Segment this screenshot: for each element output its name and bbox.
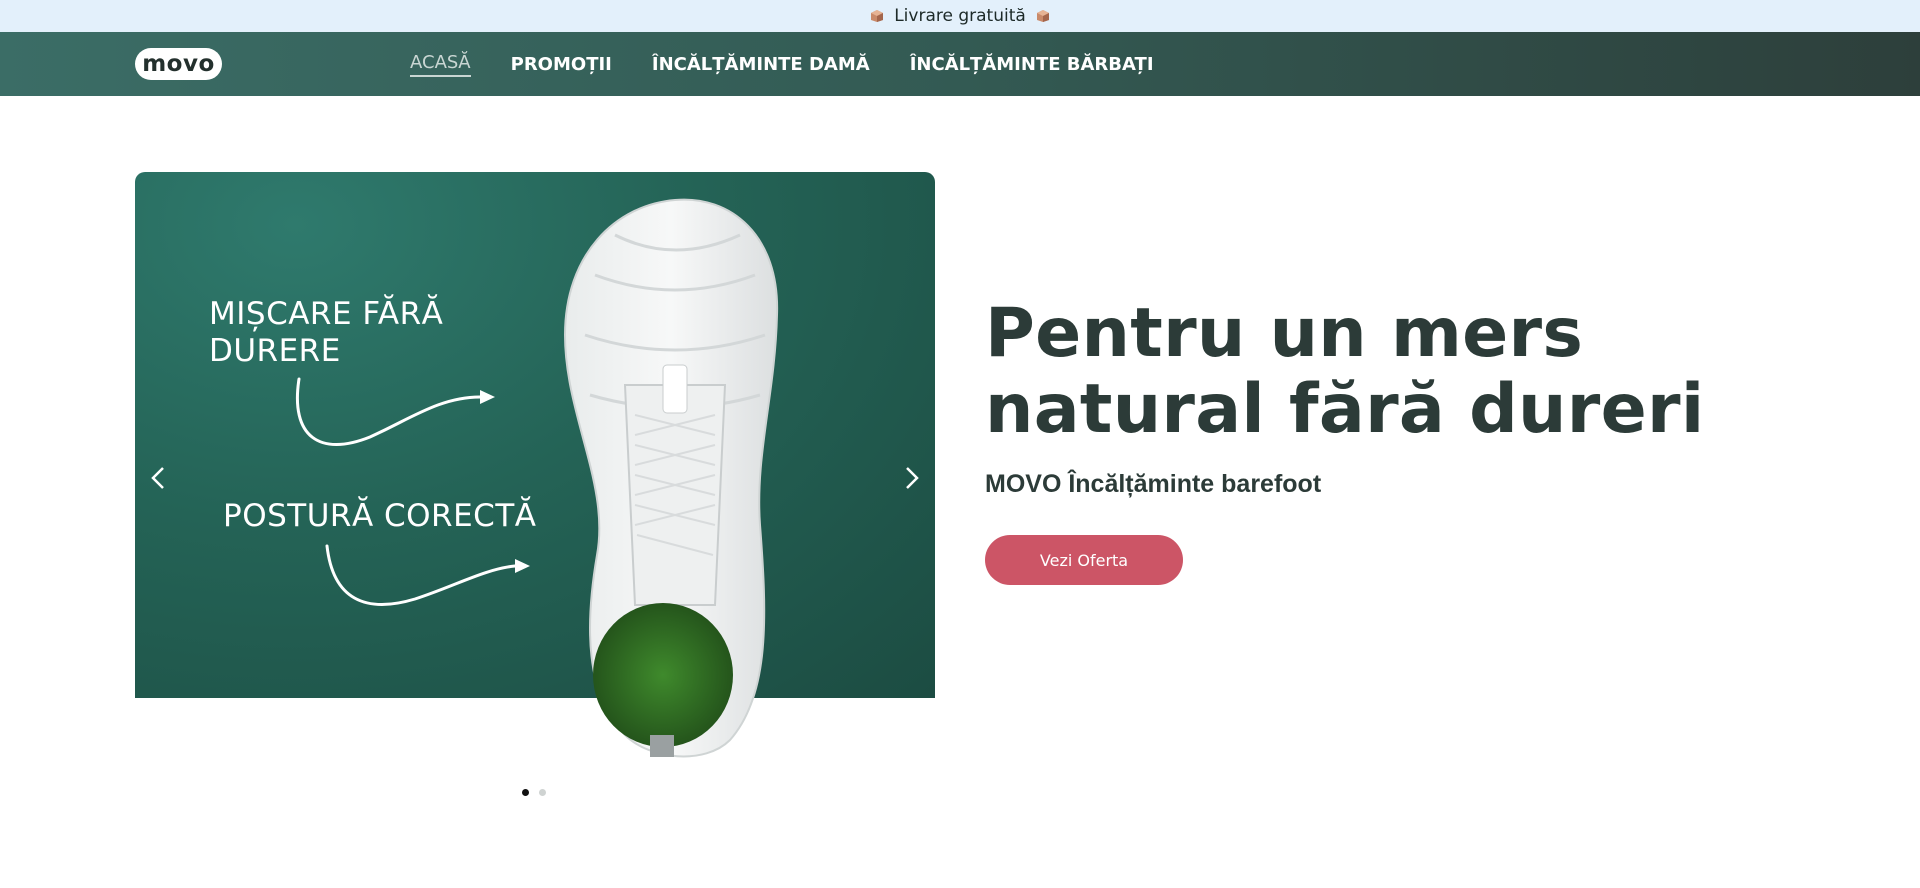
slider-dots bbox=[522, 789, 546, 796]
chevron-left-icon bbox=[151, 467, 164, 489]
arrow-icon bbox=[296, 377, 495, 446]
slider-dot[interactable] bbox=[539, 789, 546, 796]
package-icon bbox=[1036, 9, 1050, 23]
hero-title: Pentru un mers natural fără dureri bbox=[985, 294, 1705, 449]
arrow-icon bbox=[325, 544, 530, 606]
main-nav: ACASĂ PROMOȚII ÎNCĂLȚĂMINTE DAMĂ ÎNCĂLȚĂ… bbox=[410, 32, 1194, 96]
view-offer-button[interactable]: Vezi Oferta bbox=[985, 535, 1183, 585]
slider-next-button[interactable] bbox=[897, 458, 927, 498]
announcement-bar: Livrare gratuită bbox=[0, 0, 1920, 32]
shoe-image bbox=[563, 198, 779, 758]
nav-item-acasa[interactable]: ACASĂ bbox=[410, 52, 471, 77]
nav-item-incaltaminte-barbati[interactable]: ÎNCĂLȚĂMINTE BĂRBAȚI bbox=[910, 54, 1154, 75]
slider-prev-button[interactable] bbox=[143, 458, 173, 498]
hero-slider: MIȘCARE FĂRĂ DURERE POSTURĂ CORECTĂ bbox=[135, 172, 935, 698]
hero-subtitle: MOVO Încălțăminte barefoot bbox=[985, 470, 1322, 498]
package-icon bbox=[870, 9, 884, 23]
nav-item-incaltaminte-dama[interactable]: ÎNCĂLȚĂMINTE DAMĂ bbox=[652, 54, 870, 75]
slide-line-1: MIȘCARE FĂRĂ DURERE bbox=[209, 296, 444, 369]
announcement-text: Livrare gratuită bbox=[894, 6, 1026, 26]
site-header: movo ACASĂ PROMOȚII ÎNCĂLȚĂMINTE DAMĂ ÎN… bbox=[0, 32, 1920, 96]
slider-dot[interactable] bbox=[522, 789, 529, 796]
logo[interactable]: movo bbox=[135, 48, 222, 80]
chevron-right-icon bbox=[906, 467, 919, 489]
slide-line-2: POSTURĂ CORECTĂ bbox=[223, 498, 537, 534]
nav-item-promotii[interactable]: PROMOȚII bbox=[511, 54, 612, 75]
